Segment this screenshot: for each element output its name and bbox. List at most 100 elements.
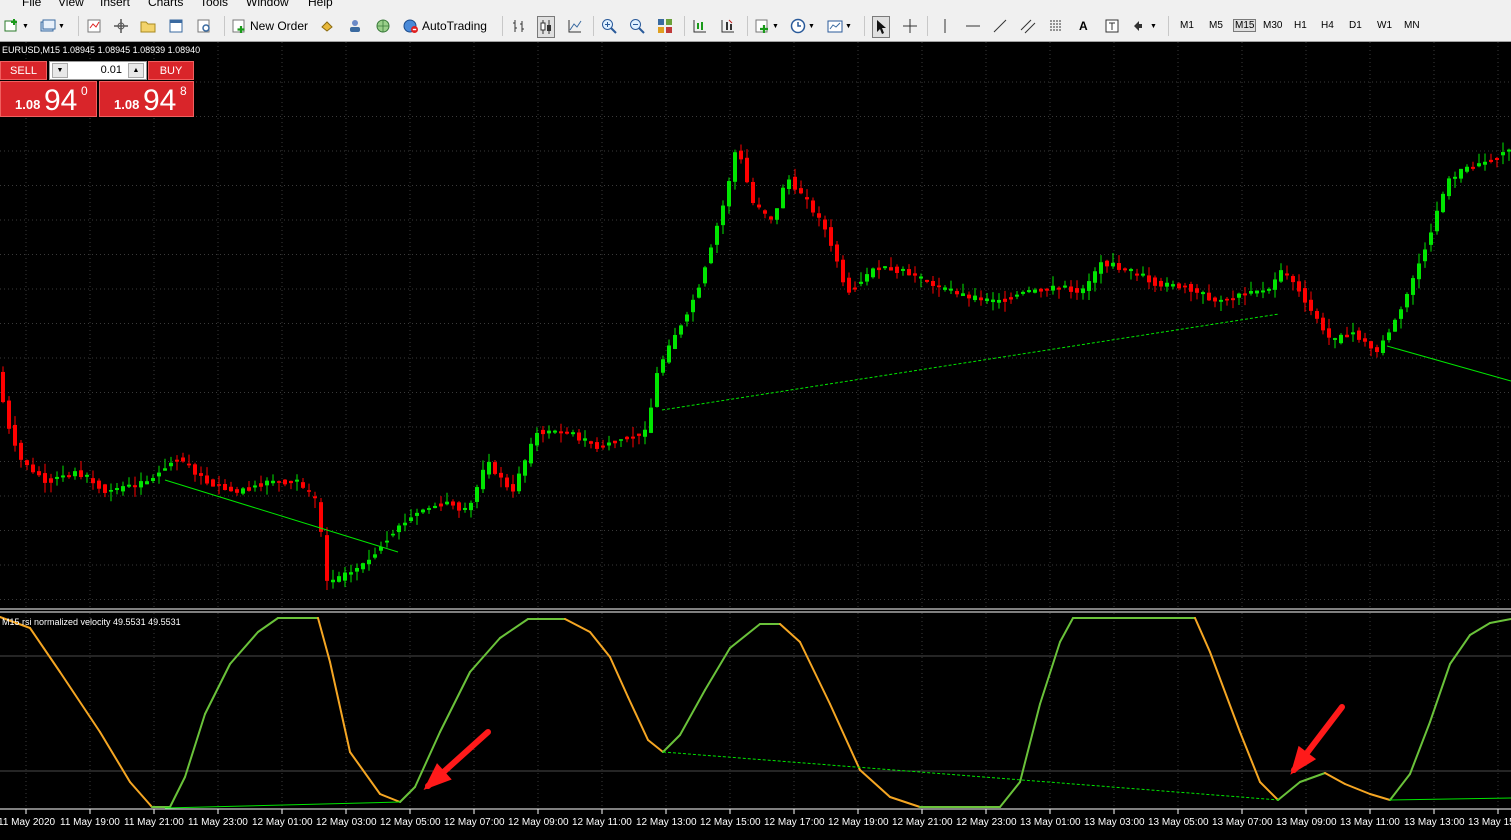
timeframe-m1[interactable]: M1	[1178, 19, 1196, 32]
timeframe-h4[interactable]: H4	[1319, 19, 1336, 32]
price-chart-canvas[interactable]	[0, 42, 1511, 840]
bear-candle	[13, 424, 17, 446]
tile-windows-button[interactable]	[657, 16, 673, 36]
time-axis-label: 12 May 13:00	[636, 817, 697, 828]
market-watch-button[interactable]	[86, 16, 102, 36]
timeframe-d1[interactable]: D1	[1347, 19, 1364, 32]
trendline-button[interactable]	[992, 16, 1008, 36]
bear-candle	[805, 197, 809, 200]
templates-button[interactable]: ▼	[827, 16, 852, 36]
time-axis-label: 11 May 21:00	[124, 817, 184, 828]
bear-candle	[211, 479, 215, 487]
menu-tools[interactable]: Tools	[200, 0, 228, 9]
zoom-out-button[interactable]	[629, 16, 645, 36]
text-tool-button[interactable]: A	[1079, 16, 1088, 36]
lot-increase-button[interactable]: ▲	[128, 63, 144, 78]
bull-candle	[1165, 282, 1169, 287]
cursor-button[interactable]	[872, 16, 890, 38]
buy-price[interactable]: 1.08 94 8	[99, 81, 194, 117]
timeframe-m5[interactable]: M5	[1207, 19, 1225, 32]
text-label-button[interactable]	[1104, 16, 1120, 36]
menu-charts[interactable]: Charts	[148, 0, 183, 9]
bull-candle	[733, 152, 737, 182]
menu-window[interactable]: Window	[246, 0, 289, 9]
bear-candle	[1369, 341, 1373, 349]
profiles-button[interactable]: ▼	[40, 16, 65, 36]
lot-decrease-button[interactable]: ▼	[52, 63, 68, 78]
navigator-button[interactable]	[113, 16, 129, 36]
chart-shift-button[interactable]	[692, 16, 708, 36]
menu-help[interactable]: Help	[308, 0, 333, 9]
bear-candle	[1363, 338, 1367, 342]
window-icon	[169, 19, 183, 33]
fibonacci-button[interactable]	[1048, 16, 1064, 36]
bull-candle	[649, 407, 653, 433]
menu-view[interactable]: View	[58, 0, 84, 9]
bull-candle	[1129, 269, 1133, 272]
line-chart-icon	[568, 20, 582, 33]
lot-size-field[interactable]: ▼ 0.01 ▲	[49, 61, 147, 80]
bull-candle	[1333, 338, 1337, 340]
bull-candle	[337, 576, 341, 582]
time-axis: 11 May 2020 11 May 19:00 11 May 21:00 11 Ma…	[0, 810, 1511, 840]
new-order-button[interactable]: New Order	[231, 16, 308, 36]
signals-button[interactable]	[347, 16, 363, 36]
favorites-button[interactable]	[140, 16, 156, 36]
trendline-icon	[993, 19, 1007, 33]
bull-candle	[469, 502, 473, 511]
bull-candle	[1273, 279, 1277, 290]
periods-button[interactable]: ▼	[790, 16, 815, 36]
autoscroll-button[interactable]	[720, 16, 736, 36]
timeframe-m15[interactable]: M15	[1233, 19, 1257, 32]
bear-candle	[283, 479, 287, 485]
bear-candle	[1069, 286, 1073, 292]
oscillator-down-segment	[829, 703, 861, 771]
bar-chart-button[interactable]	[511, 16, 527, 36]
bear-candle	[967, 294, 971, 299]
buy-button[interactable]: BUY	[148, 61, 194, 80]
bull-candle	[529, 443, 533, 464]
bull-candle	[445, 501, 449, 505]
zoom-in-button[interactable]	[601, 16, 617, 36]
bear-candle	[325, 535, 329, 581]
bear-candle	[1309, 299, 1313, 311]
terminal-button[interactable]	[168, 16, 184, 36]
time-axis-label: 13 May 09:00	[1276, 817, 1337, 828]
timeframe-m30[interactable]: M30	[1261, 19, 1284, 32]
buy-price-prefix: 1.08	[114, 97, 140, 112]
strategy-tester-button[interactable]	[196, 16, 212, 36]
timeframe-mn[interactable]: MN	[1402, 19, 1422, 32]
new-chart-button[interactable]: ▼	[4, 16, 29, 36]
oscillator-up-segment	[679, 689, 706, 736]
candlestick-button[interactable]	[537, 16, 555, 38]
channel-button[interactable]	[1020, 16, 1036, 36]
vertical-line-button[interactable]	[937, 16, 953, 36]
bull-candle	[973, 295, 977, 301]
arrows-button[interactable]: ▼	[1132, 16, 1157, 36]
diamond-icon	[321, 21, 333, 32]
menu-file[interactable]: File	[22, 0, 41, 9]
dropdown-arrow-icon: ▼	[58, 22, 65, 30]
menu-bar: File View Insert Charts Tools Window Hel…	[0, 0, 1511, 10]
crosshair-button[interactable]	[902, 16, 918, 36]
autotrading-button[interactable]: AutoTrading	[403, 16, 487, 36]
bear-candle	[1105, 260, 1109, 267]
horizontal-line-button[interactable]	[965, 16, 981, 36]
bull-candle	[1459, 168, 1463, 179]
menu-insert[interactable]: Insert	[100, 0, 130, 9]
line-chart-button[interactable]	[567, 16, 583, 36]
market-button[interactable]	[375, 16, 391, 36]
chart-window[interactable]: EURUSD,M15 1.08945 1.08945 1.08939 1.089…	[0, 42, 1511, 840]
sell-button[interactable]: SELL	[0, 61, 47, 80]
bull-candle	[121, 486, 125, 492]
time-axis-label: 13 May 05:00	[1148, 817, 1209, 828]
autotrading-icon	[403, 19, 418, 33]
bear-candle	[1231, 298, 1235, 301]
sell-price[interactable]: 1.08 94 0	[0, 81, 97, 117]
indicators-button[interactable]: ▼	[754, 16, 779, 36]
timeframe-h1[interactable]: H1	[1292, 19, 1309, 32]
timeframe-w1[interactable]: W1	[1375, 19, 1394, 32]
autoscroll-icon	[721, 19, 734, 33]
metaeditor-button[interactable]	[319, 16, 335, 36]
symbol-label: EURUSD,M15	[2, 45, 61, 55]
